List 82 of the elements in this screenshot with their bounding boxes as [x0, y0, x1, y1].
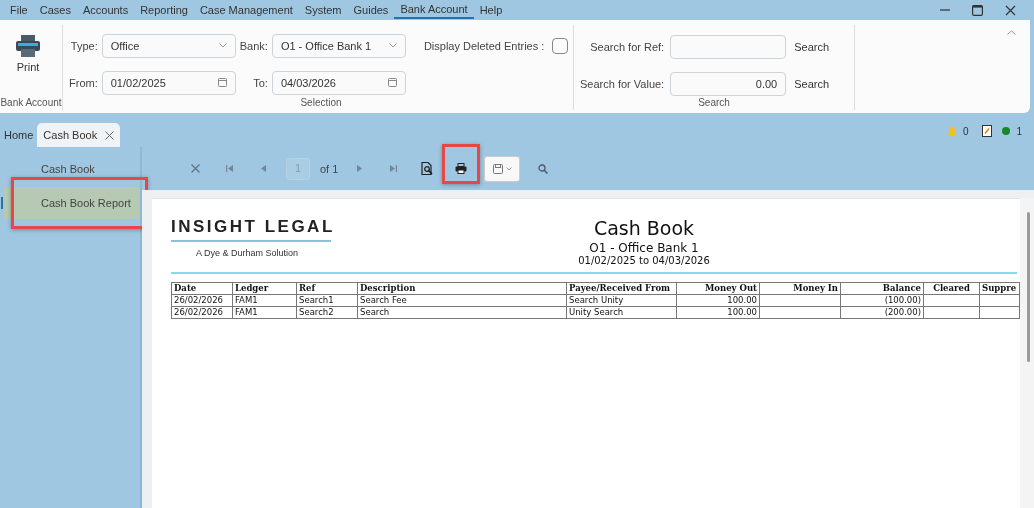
logo-text: INSIGHT LEGAL: [171, 217, 331, 242]
report-subtitle: O1 - Office Bank 1: [589, 241, 699, 255]
status-dot-icon: [1002, 127, 1011, 135]
field-label: From:: [69, 76, 98, 89]
field-label: Search for Ref:: [589, 41, 665, 54]
menu-item[interactable]: Accounts: [76, 2, 135, 18]
table-cell: [979, 294, 1020, 307]
menu-item[interactable]: Reporting: [134, 2, 194, 18]
type-dropdown[interactable]: Office: [101, 33, 236, 58]
close-icon[interactable]: [105, 130, 115, 140]
table-cell: [979, 306, 1020, 319]
calendar-icon: [387, 78, 397, 87]
scrollbar[interactable]: [1020, 198, 1034, 508]
table-cell: FAM1: [232, 294, 297, 307]
menu-item[interactable]: Cases: [33, 2, 77, 18]
column-header: Money In: [759, 282, 841, 295]
column-header: Ledger: [232, 282, 297, 295]
search-button[interactable]: Search: [792, 77, 832, 90]
report-title: Cash Book: [593, 217, 695, 239]
field-label: Display Deleted Entries :: [422, 39, 545, 52]
group-label: Search: [697, 97, 731, 110]
table-cell: Search1: [296, 294, 358, 307]
column-header: Cleared: [923, 282, 980, 295]
field-label: Bank:: [239, 39, 268, 52]
nav-item[interactable]: Cash Book Report: [4, 187, 140, 219]
column-header: Payee/Received From: [566, 282, 677, 295]
report-period: 01/02/2025 to 04/03/2026: [578, 255, 710, 266]
nav-item[interactable]: Cash Book: [4, 155, 140, 183]
input-field[interactable]: 0.00: [670, 71, 787, 96]
field-label: Type:: [69, 39, 98, 52]
menu-item[interactable]: Case Management: [193, 2, 299, 18]
note-icon[interactable]: [982, 125, 993, 137]
field-label: Search for Value:: [580, 77, 665, 90]
tab[interactable]: Cash Book: [37, 123, 121, 147]
table-cell: 100.00: [676, 306, 760, 319]
column-header: Ref: [296, 282, 358, 295]
date-field[interactable]: 04/03/2026: [271, 70, 406, 95]
group-label: Selection: [299, 97, 343, 110]
alert-count: 0: [962, 125, 969, 137]
tab[interactable]: Home: [0, 123, 38, 147]
column-header: Balance: [840, 282, 924, 295]
field-label: To:: [252, 76, 268, 89]
print-button[interactable]: Print: [0, 25, 56, 97]
collapse-icon[interactable]: [1007, 30, 1016, 35]
table-cell: (100.00): [840, 294, 924, 307]
table-cell: Unity Search: [566, 306, 677, 319]
menu-item[interactable]: System: [298, 2, 348, 18]
date-field[interactable]: 01/02/2025: [101, 70, 236, 95]
printer-icon: [16, 35, 40, 57]
table-cell: (200.00): [840, 306, 924, 319]
table-cell: [923, 294, 980, 307]
table-cell: FAM1: [232, 306, 297, 319]
close-icon[interactable]: [1005, 4, 1016, 16]
logo-tagline: A Dye & Durham Solution: [195, 247, 300, 258]
column-header: Date: [171, 282, 233, 295]
search-button[interactable]: Search: [792, 41, 832, 54]
save-dropdown[interactable]: [484, 155, 521, 182]
caret-icon: [218, 43, 227, 48]
caret-icon: [388, 43, 397, 48]
menu-item[interactable]: File: [4, 2, 34, 18]
maximize-icon[interactable]: [972, 4, 983, 16]
table-cell: 26/02/2026: [171, 294, 233, 307]
table-cell: 100.00: [676, 294, 760, 307]
column-header: Suppre: [979, 282, 1020, 295]
caret-icon: [505, 166, 512, 171]
page-count: of 1: [319, 162, 340, 175]
input-field[interactable]: [670, 35, 787, 60]
table-cell: Search: [357, 306, 567, 319]
online-count: 1: [1016, 125, 1022, 137]
table-cell: 26/02/2026: [171, 306, 233, 319]
column-header: Money Out: [676, 282, 760, 295]
column-header: Description: [357, 282, 567, 295]
table-cell: [923, 306, 980, 319]
menu-item[interactable]: Guides: [347, 2, 395, 18]
checkbox[interactable]: [552, 37, 569, 54]
bank-dropdown[interactable]: O1 - Office Bank 1: [271, 33, 406, 58]
calendar-icon: [217, 78, 227, 87]
table-cell: Search Fee: [357, 294, 567, 307]
menu-item[interactable]: Help: [473, 2, 509, 18]
table-cell: Search2: [296, 306, 358, 319]
group-label: Bank Account: [0, 97, 62, 110]
table-cell: Search Unity: [566, 294, 677, 307]
